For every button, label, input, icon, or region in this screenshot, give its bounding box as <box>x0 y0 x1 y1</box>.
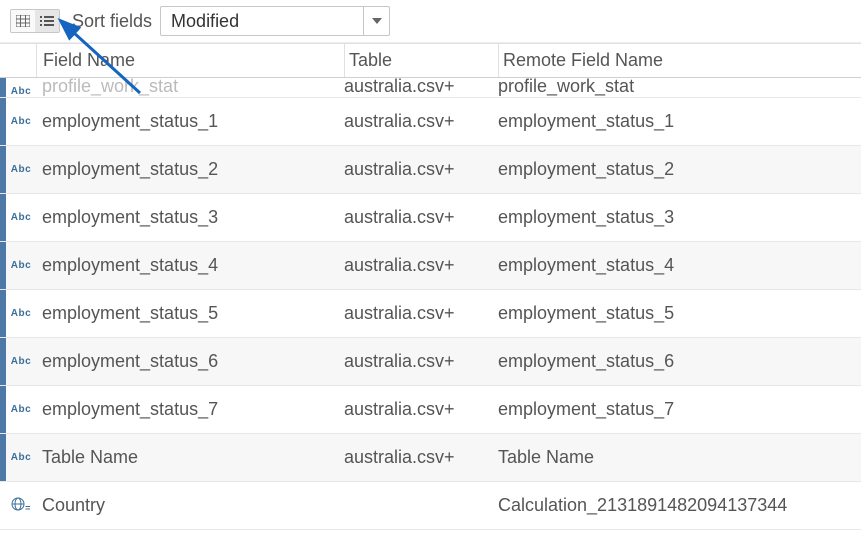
abc-type-icon: Abc <box>11 86 31 97</box>
col-header-remote[interactable]: Remote Field Name <box>498 44 861 77</box>
type-cell: Abc <box>6 356 36 367</box>
table-row[interactable]: Abc employment_status_7australia.csv+empl… <box>0 386 861 434</box>
table-row[interactable]: Abc Table Nameaustralia.csv+Table Name <box>0 434 861 482</box>
table-cell: australia.csv+ <box>344 207 498 228</box>
table-cell: australia.csv+ <box>344 303 498 324</box>
abc-type-icon: Abc <box>11 356 31 367</box>
col-header-field[interactable]: Field Name <box>36 44 344 77</box>
toolbar: Sort fields Modified <box>0 0 861 43</box>
abc-type-icon: Abc <box>11 212 31 223</box>
table-row[interactable]: Abc employment_status_4australia.csv+empl… <box>0 242 861 290</box>
col-header-table[interactable]: Table <box>344 44 498 77</box>
table-cell: australia.csv+ <box>344 447 498 468</box>
list-view-button[interactable] <box>35 10 59 32</box>
chevron-down-icon <box>372 18 382 24</box>
table-row[interactable]: Abc employment_status_6australia.csv+empl… <box>0 338 861 386</box>
field-name-cell: employment_status_5 <box>36 303 344 324</box>
type-cell: Abc <box>6 116 36 127</box>
grid-body: Abcprofile_work_stataustralia.csv+profil… <box>0 78 861 530</box>
sort-dropdown-value: Modified <box>161 7 363 35</box>
list-icon <box>40 15 54 27</box>
field-name-cell: employment_status_1 <box>36 111 344 132</box>
abc-type-icon: Abc <box>11 404 31 415</box>
remote-field-cell: employment_status_3 <box>498 207 861 228</box>
field-name-cell: employment_status_4 <box>36 255 344 276</box>
remote-field-cell: Calculation_2131891482094137344 <box>498 495 861 516</box>
abc-type-icon: Abc <box>11 452 31 463</box>
fields-grid: Field Name Table Remote Field Name Abcpr… <box>0 43 861 530</box>
type-cell: Abc <box>6 404 36 415</box>
table-cell: australia.csv+ <box>344 399 498 420</box>
type-cell: = <box>6 497 36 514</box>
table-row[interactable]: Abc profile_work_stataustralia.csv+profil… <box>0 78 861 98</box>
type-cell: Abc <box>6 308 36 319</box>
field-name-cell: Country <box>36 495 344 516</box>
globe-calc-icon: = <box>11 497 31 514</box>
table-row[interactable]: = Country Calculation_2131891482094137344 <box>0 482 861 530</box>
field-name-cell: employment_status_3 <box>36 207 344 228</box>
abc-type-icon: Abc <box>11 116 31 127</box>
grid-icon <box>16 15 30 27</box>
table-row[interactable]: Abc employment_status_3australia.csv+empl… <box>0 194 861 242</box>
remote-field-cell: employment_status_6 <box>498 351 861 372</box>
table-cell: australia.csv+ <box>344 351 498 372</box>
table-row[interactable]: Abc employment_status_2australia.csv+empl… <box>0 146 861 194</box>
abc-type-icon: Abc <box>11 260 31 271</box>
table-cell: australia.csv+ <box>344 78 498 97</box>
table-cell: australia.csv+ <box>344 111 498 132</box>
remote-field-cell: employment_status_5 <box>498 303 861 324</box>
table-row[interactable]: Abc employment_status_5australia.csv+empl… <box>0 290 861 338</box>
remote-field-cell: employment_status_2 <box>498 159 861 180</box>
remote-field-cell: profile_work_stat <box>498 78 861 97</box>
field-name-cell: employment_status_6 <box>36 351 344 372</box>
sort-fields-label: Sort fields <box>72 11 152 32</box>
type-cell: Abc <box>6 86 36 97</box>
remote-field-cell: employment_status_7 <box>498 399 861 420</box>
sort-dropdown-caret[interactable] <box>363 7 389 35</box>
type-cell: Abc <box>6 164 36 175</box>
remote-field-cell: Table Name <box>498 447 861 468</box>
grid-view-button[interactable] <box>11 10 35 32</box>
remote-field-cell: employment_status_1 <box>498 111 861 132</box>
field-name-cell: employment_status_7 <box>36 399 344 420</box>
abc-type-icon: Abc <box>11 308 31 319</box>
abc-type-icon: Abc <box>11 164 31 175</box>
grid-header: Field Name Table Remote Field Name <box>0 43 861 78</box>
view-toggle <box>10 9 60 33</box>
type-cell: Abc <box>6 452 36 463</box>
table-cell: australia.csv+ <box>344 255 498 276</box>
type-cell: Abc <box>6 260 36 271</box>
field-name-cell: profile_work_stat <box>36 78 344 97</box>
table-row[interactable]: Abc employment_status_1australia.csv+empl… <box>0 98 861 146</box>
table-cell: australia.csv+ <box>344 159 498 180</box>
remote-field-cell: employment_status_4 <box>498 255 861 276</box>
type-cell: Abc <box>6 212 36 223</box>
field-name-cell: employment_status_2 <box>36 159 344 180</box>
field-name-cell: Table Name <box>36 447 344 468</box>
sort-dropdown[interactable]: Modified <box>160 6 390 36</box>
